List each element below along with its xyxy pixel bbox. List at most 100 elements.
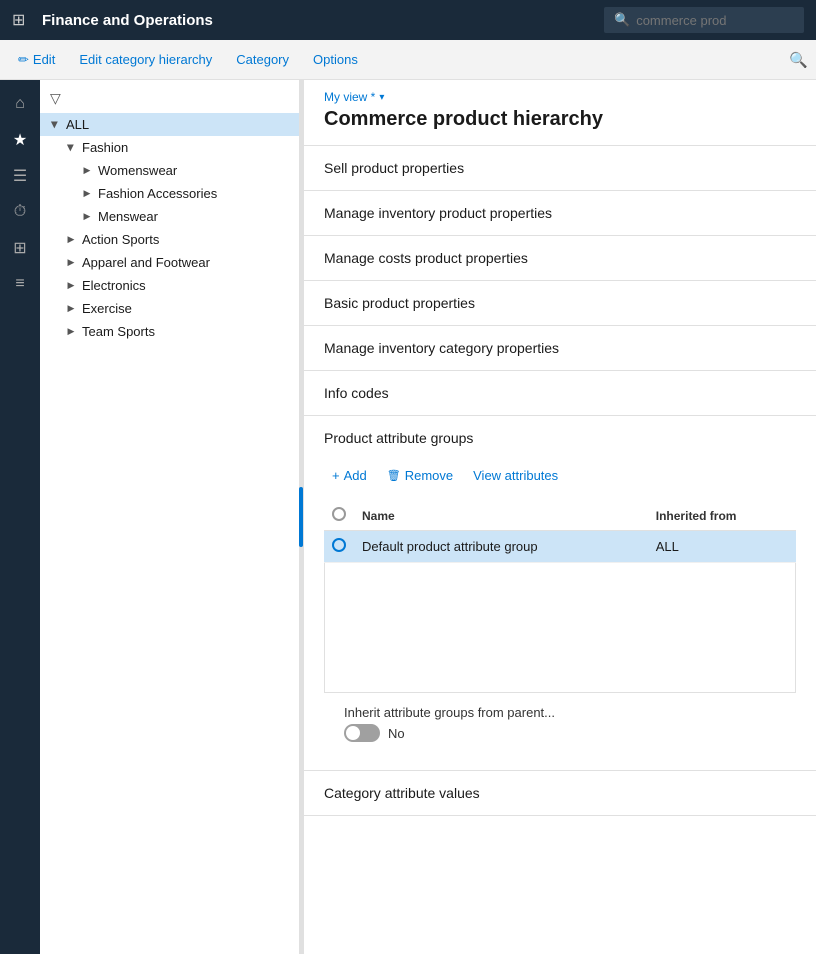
tree-node-fashion-content[interactable]: ▶ Fashion bbox=[56, 136, 299, 159]
tree-node-exercise-label: Exercise bbox=[82, 301, 132, 316]
section-product-attribute-groups-header[interactable]: Product attribute groups bbox=[304, 416, 816, 460]
toggle-container: Inherit attribute groups from parent... … bbox=[344, 705, 555, 742]
add-icon: + bbox=[332, 468, 340, 483]
tree-node-womenswear-label: Womenswear bbox=[98, 163, 177, 178]
tree-panel: ▽ ▶ ALL ▶ Fashion ▶ bbox=[40, 80, 300, 954]
tree-children-fashion: ▶ Womenswear ▶ Fashion Accessories bbox=[56, 159, 299, 228]
row-inherited-cell: ALL bbox=[648, 531, 796, 563]
section-sell-product: Sell product properties bbox=[304, 146, 816, 191]
tree-node-electronics: ▶ Electronics bbox=[56, 274, 299, 297]
tree-node-action-sports-content[interactable]: ▶ Action Sports bbox=[56, 228, 299, 251]
recent-icon[interactable]: ⏱ bbox=[4, 196, 36, 228]
workspace-icon[interactable]: ⊞ bbox=[4, 232, 36, 264]
chevron-menswear-icon: ▶ bbox=[80, 210, 94, 224]
tree-node-team-sports-content[interactable]: ▶ Team Sports bbox=[56, 320, 299, 343]
inherit-toggle[interactable] bbox=[344, 724, 380, 742]
tree-node-exercise: ▶ Exercise bbox=[56, 297, 299, 320]
content-header: My view * ▾ Commerce product hierarchy bbox=[304, 80, 816, 146]
pin-icon[interactable]: ★ bbox=[4, 124, 36, 156]
page-title: Commerce product hierarchy bbox=[324, 108, 796, 131]
section-basic-product-header[interactable]: Basic product properties bbox=[304, 281, 816, 325]
tree-node-action-sports: ▶ Action Sports bbox=[56, 228, 299, 251]
toggle-row: No bbox=[344, 724, 555, 742]
toggle-value: No bbox=[388, 726, 405, 741]
resize-handle[interactable] bbox=[300, 80, 304, 954]
section-product-attribute-groups-label: Product attribute groups bbox=[324, 430, 473, 446]
row-radio-icon bbox=[332, 538, 346, 552]
my-view-row: My view * ▾ bbox=[324, 90, 796, 104]
tree-toolbar: ▽ bbox=[40, 84, 299, 113]
tree-node-action-sports-label: Action Sports bbox=[82, 232, 159, 247]
chevron-electronics-icon: ▶ bbox=[64, 279, 78, 293]
section-basic-product-label: Basic product properties bbox=[324, 295, 475, 311]
attr-toolbar: + Add 🗑 Remove View attributes bbox=[324, 460, 796, 491]
col-name: Name bbox=[354, 501, 648, 531]
section-category-attribute-values-label: Category attribute values bbox=[324, 785, 480, 801]
tree-node-fashion-accessories: ▶ Fashion Accessories bbox=[72, 182, 299, 205]
search-icon: 🔍 bbox=[614, 12, 630, 28]
table-empty-area bbox=[324, 563, 796, 693]
resize-indicator bbox=[299, 487, 303, 547]
grid-icon[interactable]: ⊞ bbox=[12, 10, 42, 30]
add-button[interactable]: + Add bbox=[324, 464, 375, 487]
tree-node-all: ▶ ALL ▶ Fashion ▶ Womenswear bbox=[40, 113, 299, 343]
side-icons-panel: ⌂ ★ ☰ ⏱ ⊞ ≡ bbox=[0, 80, 40, 954]
remove-button[interactable]: 🗑 Remove bbox=[379, 464, 461, 487]
tree-node-apparel-label: Apparel and Footwear bbox=[82, 255, 210, 270]
section-category-attribute-values-header[interactable]: Category attribute values bbox=[304, 771, 816, 815]
section-sell-product-label: Sell product properties bbox=[324, 160, 464, 176]
remove-icon: 🗑 bbox=[387, 469, 401, 482]
section-manage-inventory-product-header[interactable]: Manage inventory product properties bbox=[304, 191, 816, 235]
table-row[interactable]: Default product attribute group ALL bbox=[324, 531, 796, 563]
tree-node-exercise-content[interactable]: ▶ Exercise bbox=[56, 297, 299, 320]
nav-icon[interactable]: ☰ bbox=[4, 160, 36, 192]
view-attributes-button[interactable]: View attributes bbox=[465, 464, 566, 487]
chevron-apparel-icon: ▶ bbox=[64, 256, 78, 270]
tree-node-menswear-label: Menswear bbox=[98, 209, 158, 224]
section-sell-product-header[interactable]: Sell product properties bbox=[304, 146, 816, 190]
toggle-area: Inherit attribute groups from parent... … bbox=[324, 693, 796, 754]
section-product-attribute-groups: Product attribute groups + Add 🗑 Remove … bbox=[304, 416, 816, 771]
tree-node-fashion-accessories-content[interactable]: ▶ Fashion Accessories bbox=[72, 182, 299, 205]
tree-node-team-sports: ▶ Team Sports bbox=[56, 320, 299, 343]
options-button[interactable]: Options bbox=[303, 46, 368, 73]
tree-node-apparel-content[interactable]: ▶ Apparel and Footwear bbox=[56, 251, 299, 274]
section-info-codes-header[interactable]: Info codes bbox=[304, 371, 816, 415]
section-info-codes: Info codes bbox=[304, 371, 816, 416]
command-search-icon[interactable]: 🔍 bbox=[789, 51, 808, 69]
section-basic-product: Basic product properties bbox=[304, 281, 816, 326]
tree-node-all-content[interactable]: ▶ ALL bbox=[40, 113, 299, 136]
home-icon[interactable]: ⌂ bbox=[4, 88, 36, 120]
row-name-cell: Default product attribute group bbox=[354, 531, 648, 563]
attribute-groups-content: + Add 🗑 Remove View attributes bbox=[304, 460, 816, 770]
content-panel: My view * ▾ Commerce product hierarchy S… bbox=[304, 80, 816, 954]
section-manage-inventory-product-label: Manage inventory product properties bbox=[324, 205, 552, 221]
my-view-label[interactable]: My view * bbox=[324, 90, 375, 104]
section-manage-inventory-category-label: Manage inventory category properties bbox=[324, 340, 559, 356]
list-icon[interactable]: ≡ bbox=[4, 268, 36, 300]
tree-node-apparel: ▶ Apparel and Footwear bbox=[56, 251, 299, 274]
section-manage-costs-label: Manage costs product properties bbox=[324, 250, 528, 266]
tree-filter-button[interactable]: ▽ bbox=[50, 90, 61, 107]
tree-node-womenswear-content[interactable]: ▶ Womenswear bbox=[72, 159, 299, 182]
search-input[interactable] bbox=[636, 13, 794, 28]
edit-category-button[interactable]: Edit category hierarchy bbox=[69, 46, 222, 73]
tree-node-electronics-content[interactable]: ▶ Electronics bbox=[56, 274, 299, 297]
toggle-knob bbox=[346, 726, 360, 740]
my-view-chevron-icon[interactable]: ▾ bbox=[379, 92, 384, 103]
tree-node-electronics-label: Electronics bbox=[82, 278, 146, 293]
section-manage-inventory-product: Manage inventory product properties bbox=[304, 191, 816, 236]
search-box[interactable]: 🔍 bbox=[604, 7, 804, 33]
edit-button[interactable]: ✏ Edit bbox=[8, 46, 65, 74]
edit-icon: ✏ bbox=[18, 52, 29, 68]
section-manage-costs: Manage costs product properties bbox=[304, 236, 816, 281]
section-manage-inventory-category: Manage inventory category properties bbox=[304, 326, 816, 371]
section-manage-costs-header[interactable]: Manage costs product properties bbox=[304, 236, 816, 280]
section-manage-inventory-category-header[interactable]: Manage inventory category properties bbox=[304, 326, 816, 370]
section-category-attribute-values: Category attribute values bbox=[304, 771, 816, 816]
tree-node-menswear-content[interactable]: ▶ Menswear bbox=[72, 205, 299, 228]
chevron-action-sports-icon: ▶ bbox=[64, 233, 78, 247]
category-button[interactable]: Category bbox=[226, 46, 299, 73]
main-layout: ⌂ ★ ☰ ⏱ ⊞ ≡ ▽ ▶ ALL ▶ Fashion bbox=[0, 80, 816, 954]
attribute-groups-table: Name Inherited from Default pr bbox=[324, 501, 796, 563]
